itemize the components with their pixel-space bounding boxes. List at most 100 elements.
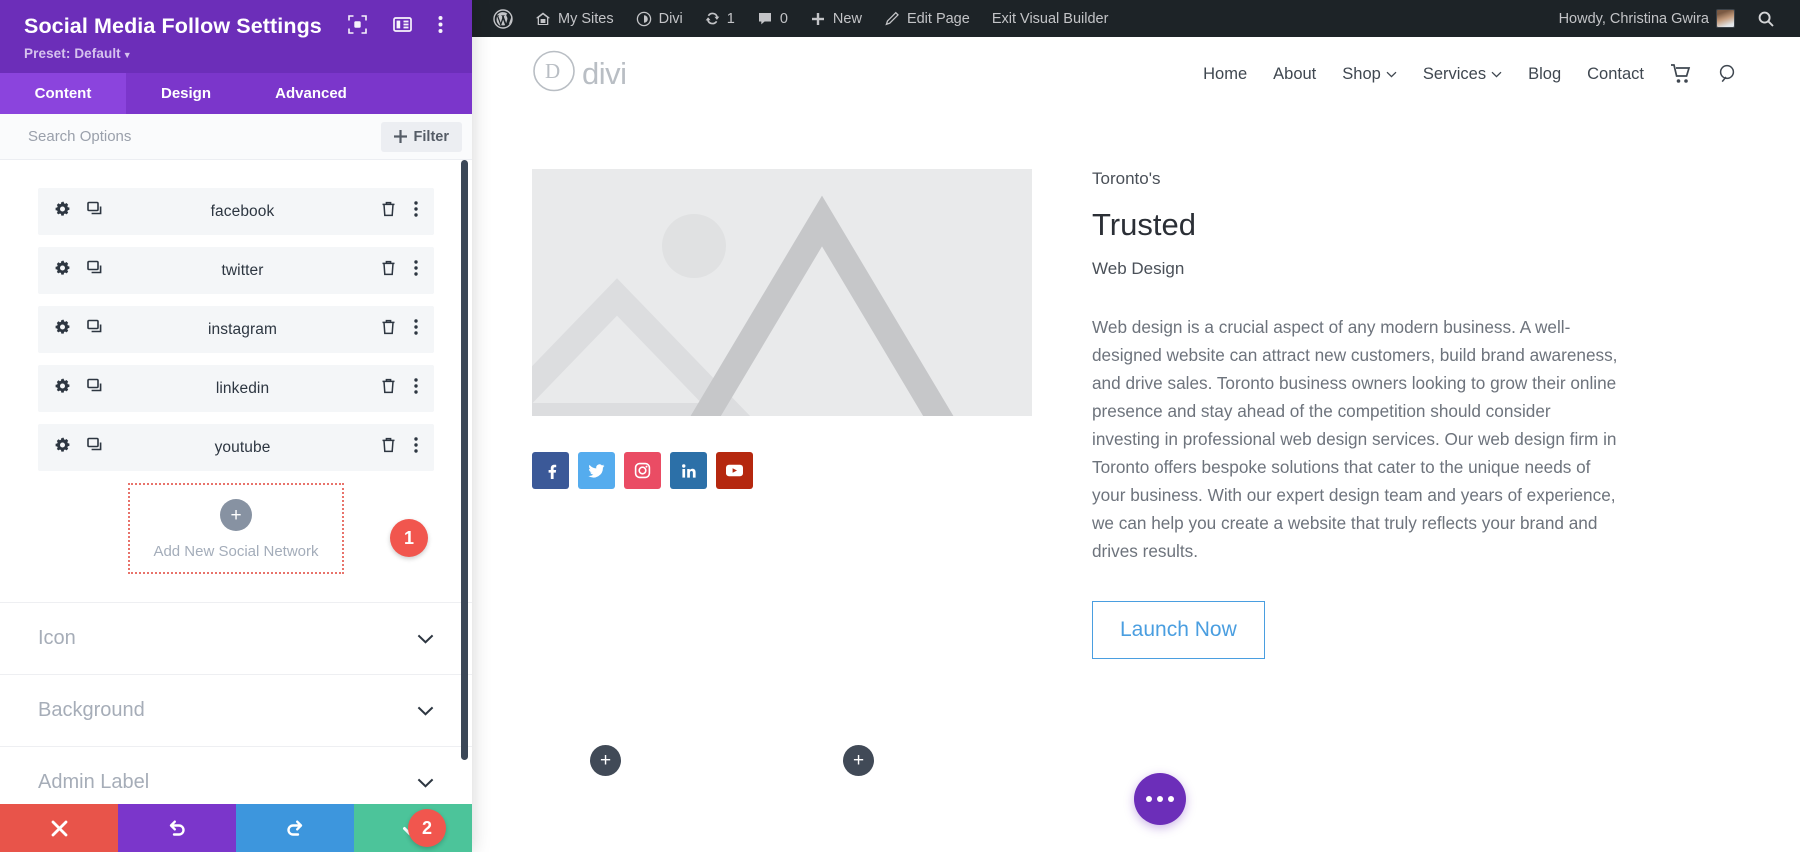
wordpress-logo-button[interactable] [482,0,524,37]
section-toggle-admin-label[interactable]: Admin Label [0,746,472,804]
site-search-button[interactable] [1718,63,1740,85]
gear-icon[interactable] [54,260,71,282]
section-toggle-icon[interactable]: Icon [0,602,472,674]
duplicate-icon[interactable] [87,437,104,459]
gear-icon[interactable] [54,437,71,459]
admin-bar-item-my-sites[interactable]: My Sites [524,0,625,37]
trash-icon[interactable] [381,378,396,399]
add-module-button-right[interactable]: + [843,744,874,776]
builder-menu-fab[interactable] [1134,773,1186,825]
admin-bar-item-divi[interactable]: Divi [625,0,694,37]
admin-bar-label: Edit Page [906,10,970,27]
panel-scrollbar[interactable] [461,160,468,804]
cancel-button[interactable] [0,804,118,852]
preset-selector[interactable]: Preset: Default ▼ [24,46,448,61]
more-vertical-icon[interactable] [414,437,418,458]
nav-item-services[interactable]: Services [1423,65,1502,84]
duplicate-icon[interactable] [87,319,104,341]
admin-bar-item-exit-visual-builder[interactable]: Exit Visual Builder [981,0,1120,37]
admin-bar-item-new[interactable]: New [799,0,873,37]
filter-button-label: Filter [413,128,449,145]
duplicate-icon[interactable] [87,201,104,223]
tab-design[interactable]: Design [126,73,246,114]
gear-icon[interactable] [54,378,71,400]
social-link-twitter[interactable] [578,452,615,489]
social-network-label: twitter [221,261,264,279]
settings-panel-header: Social Media Follow Settings Preset: Def… [0,0,472,73]
divi-logo[interactable]: D divi [532,50,627,98]
settings-panel-title: Social Media Follow Settings [24,14,322,38]
social-network-list: facebook twitter instagram linkedin yout… [0,160,472,471]
gear-icon[interactable] [54,319,71,341]
plus-icon [393,130,407,143]
admin-bar-item-updates[interactable]: 1 [694,0,746,37]
more-vertical-icon[interactable] [438,15,443,39]
placeholder-image [532,169,1032,416]
trash-icon[interactable] [381,201,396,222]
settings-tabs: Content Design Advanced [0,73,472,114]
social-link-instagram[interactable] [624,452,661,489]
tab-advanced[interactable]: Advanced [246,73,376,114]
add-module-button-left[interactable]: + [590,744,621,776]
admin-bar-item-edit-page[interactable]: Edit Page [873,0,981,37]
add-network-label: Add New Social Network [153,543,319,560]
table-row[interactable]: youtube [38,424,434,471]
more-vertical-icon[interactable] [414,201,418,222]
table-row[interactable]: twitter [38,247,434,294]
social-link-linkedin[interactable] [670,452,707,489]
facebook-icon [548,464,556,479]
section-label: Background [38,699,145,721]
trash-icon[interactable] [381,437,396,458]
nav-item-contact[interactable]: Contact [1587,65,1644,84]
social-link-facebook[interactable] [532,452,569,489]
more-vertical-icon[interactable] [414,378,418,399]
undo-button[interactable] [118,804,236,852]
trash-icon[interactable] [381,260,396,281]
nav-item-shop[interactable]: Shop [1342,65,1397,84]
filter-button[interactable]: Filter [380,121,462,152]
panel-scrollbar-thumb[interactable] [461,160,468,760]
more-vertical-icon[interactable] [414,319,418,340]
plus-icon [811,12,824,25]
add-new-social-network-button[interactable]: + Add New Social Network [128,483,344,574]
sites-icon [536,12,550,25]
launch-now-button[interactable]: Launch Now [1092,600,1265,659]
search-input[interactable] [28,128,381,145]
redo-button[interactable] [236,804,354,852]
nav-item-about[interactable]: About [1273,65,1316,84]
comments-icon [758,12,771,24]
table-row[interactable]: instagram [38,306,434,353]
step-badge-2: 2 [408,809,446,847]
section-toggle-background[interactable]: Background [0,674,472,746]
table-row[interactable]: linkedin [38,365,434,412]
gear-icon[interactable] [54,201,71,223]
admin-bar-item-comments[interactable]: 0 [746,0,799,37]
more-vertical-icon[interactable] [414,260,418,281]
trash-icon[interactable] [381,319,396,340]
table-row[interactable]: facebook [38,188,434,235]
nav-item-blog[interactable]: Blog [1528,65,1561,84]
wordpress-logo-icon [493,8,513,29]
layout-panel-icon[interactable] [393,15,412,39]
nav-item-home[interactable]: Home [1203,65,1247,84]
add-module-row: + + [472,744,1800,776]
section-label: Admin Label [38,771,150,793]
cart-button[interactable] [1670,64,1692,84]
site-nav: Home About Shop Services Blog Contact [1203,63,1740,85]
nav-label: About [1273,64,1317,83]
chevron-down-icon [417,778,434,788]
page-title: Trusted [1092,207,1196,242]
admin-bar-label: New [832,10,862,27]
duplicate-icon[interactable] [87,378,104,400]
admin-bar-search-button[interactable] [1746,0,1786,37]
tab-content[interactable]: Content [0,73,126,114]
nav-label: Contact [1587,64,1644,83]
nav-label: Shop [1342,64,1381,83]
admin-bar-label: Exit Visual Builder [991,10,1109,27]
admin-bar-account-menu[interactable]: Howdy, Christina Gwira [1548,0,1746,37]
site-navigation-header: D divi Home About Shop Services Blog Con… [472,37,1800,111]
duplicate-icon[interactable] [87,260,104,282]
focus-target-icon[interactable] [348,14,367,39]
social-link-youtube[interactable] [716,452,753,489]
social-network-label: instagram [208,320,277,338]
